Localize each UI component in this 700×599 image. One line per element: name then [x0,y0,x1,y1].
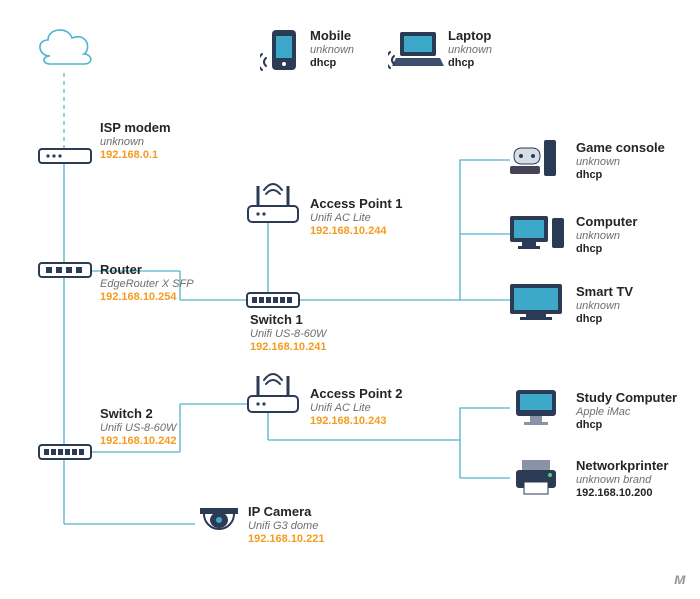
node-model: unknown [576,230,637,243]
node-model: unknown [448,44,492,57]
router-icon [38,262,92,285]
access-point-icon [244,372,302,423]
node-title: ISP modem [100,120,171,136]
node-ip: dhcp [448,57,492,70]
node-ip: dhcp [310,57,354,70]
node-title: Access Point 2 [310,386,403,402]
node-model: Unifi AC Lite [310,212,403,225]
node-ip: 192.168.10.221 [248,533,324,546]
node-title: IP Camera [248,504,324,520]
node-model: Apple iMac [576,406,677,419]
node-title: Access Point 1 [310,196,403,212]
node-ip: 192.168.10.244 [310,225,403,238]
node-title: Smart TV [576,284,633,300]
node-title: Router [100,262,194,278]
node-ip: dhcp [576,169,665,182]
laptop-icon [388,26,448,79]
node-model: Unifi US-8-60W [250,328,326,341]
node-ip: dhcp [576,243,637,256]
node-title: Switch 1 [250,312,326,328]
node-ip: dhcp [576,419,677,432]
node-ip: 192.168.10.242 [100,435,176,448]
node-model: unknown [100,136,171,149]
computer-icon [508,212,568,261]
network-diagram: Mobile unknown dhcp Laptop unknown dhcp … [0,0,700,599]
tv-icon [508,282,564,327]
camera-icon [196,504,242,549]
node-ip: 192.168.10.254 [100,291,194,304]
printer-icon [512,458,560,503]
cloud-icon [30,18,100,73]
mobile-icon [260,26,304,83]
node-title: Switch 2 [100,406,176,422]
node-ip: 192.168.0.1 [100,149,171,162]
node-title: Computer [576,214,637,230]
node-model: Unifi US-8-60W [100,422,176,435]
node-model: unknown [576,300,633,313]
game-console-icon [508,138,566,187]
node-title: Study Computer [576,390,677,406]
node-model: Unifi G3 dome [248,520,324,533]
node-model: EdgeRouter X SFP [100,278,194,291]
node-ip: 192.168.10.241 [250,341,326,354]
node-title: Mobile [310,28,354,44]
node-title: Game console [576,140,665,156]
node-model: Unifi AC Lite [310,402,403,415]
watermark-icon: ᴍ [674,571,686,589]
modem-icon [38,148,92,171]
node-model: unknown brand [576,474,668,487]
node-title: Laptop [448,28,492,44]
node-ip: 192.168.10.200 [576,487,668,500]
access-point-icon [244,182,302,233]
node-ip: 192.168.10.243 [310,415,403,428]
switch-icon [38,444,92,467]
imac-icon [512,388,560,435]
node-model: unknown [576,156,665,169]
node-title: Networkprinter [576,458,668,474]
node-model: unknown [310,44,354,57]
node-ip: dhcp [576,313,633,326]
